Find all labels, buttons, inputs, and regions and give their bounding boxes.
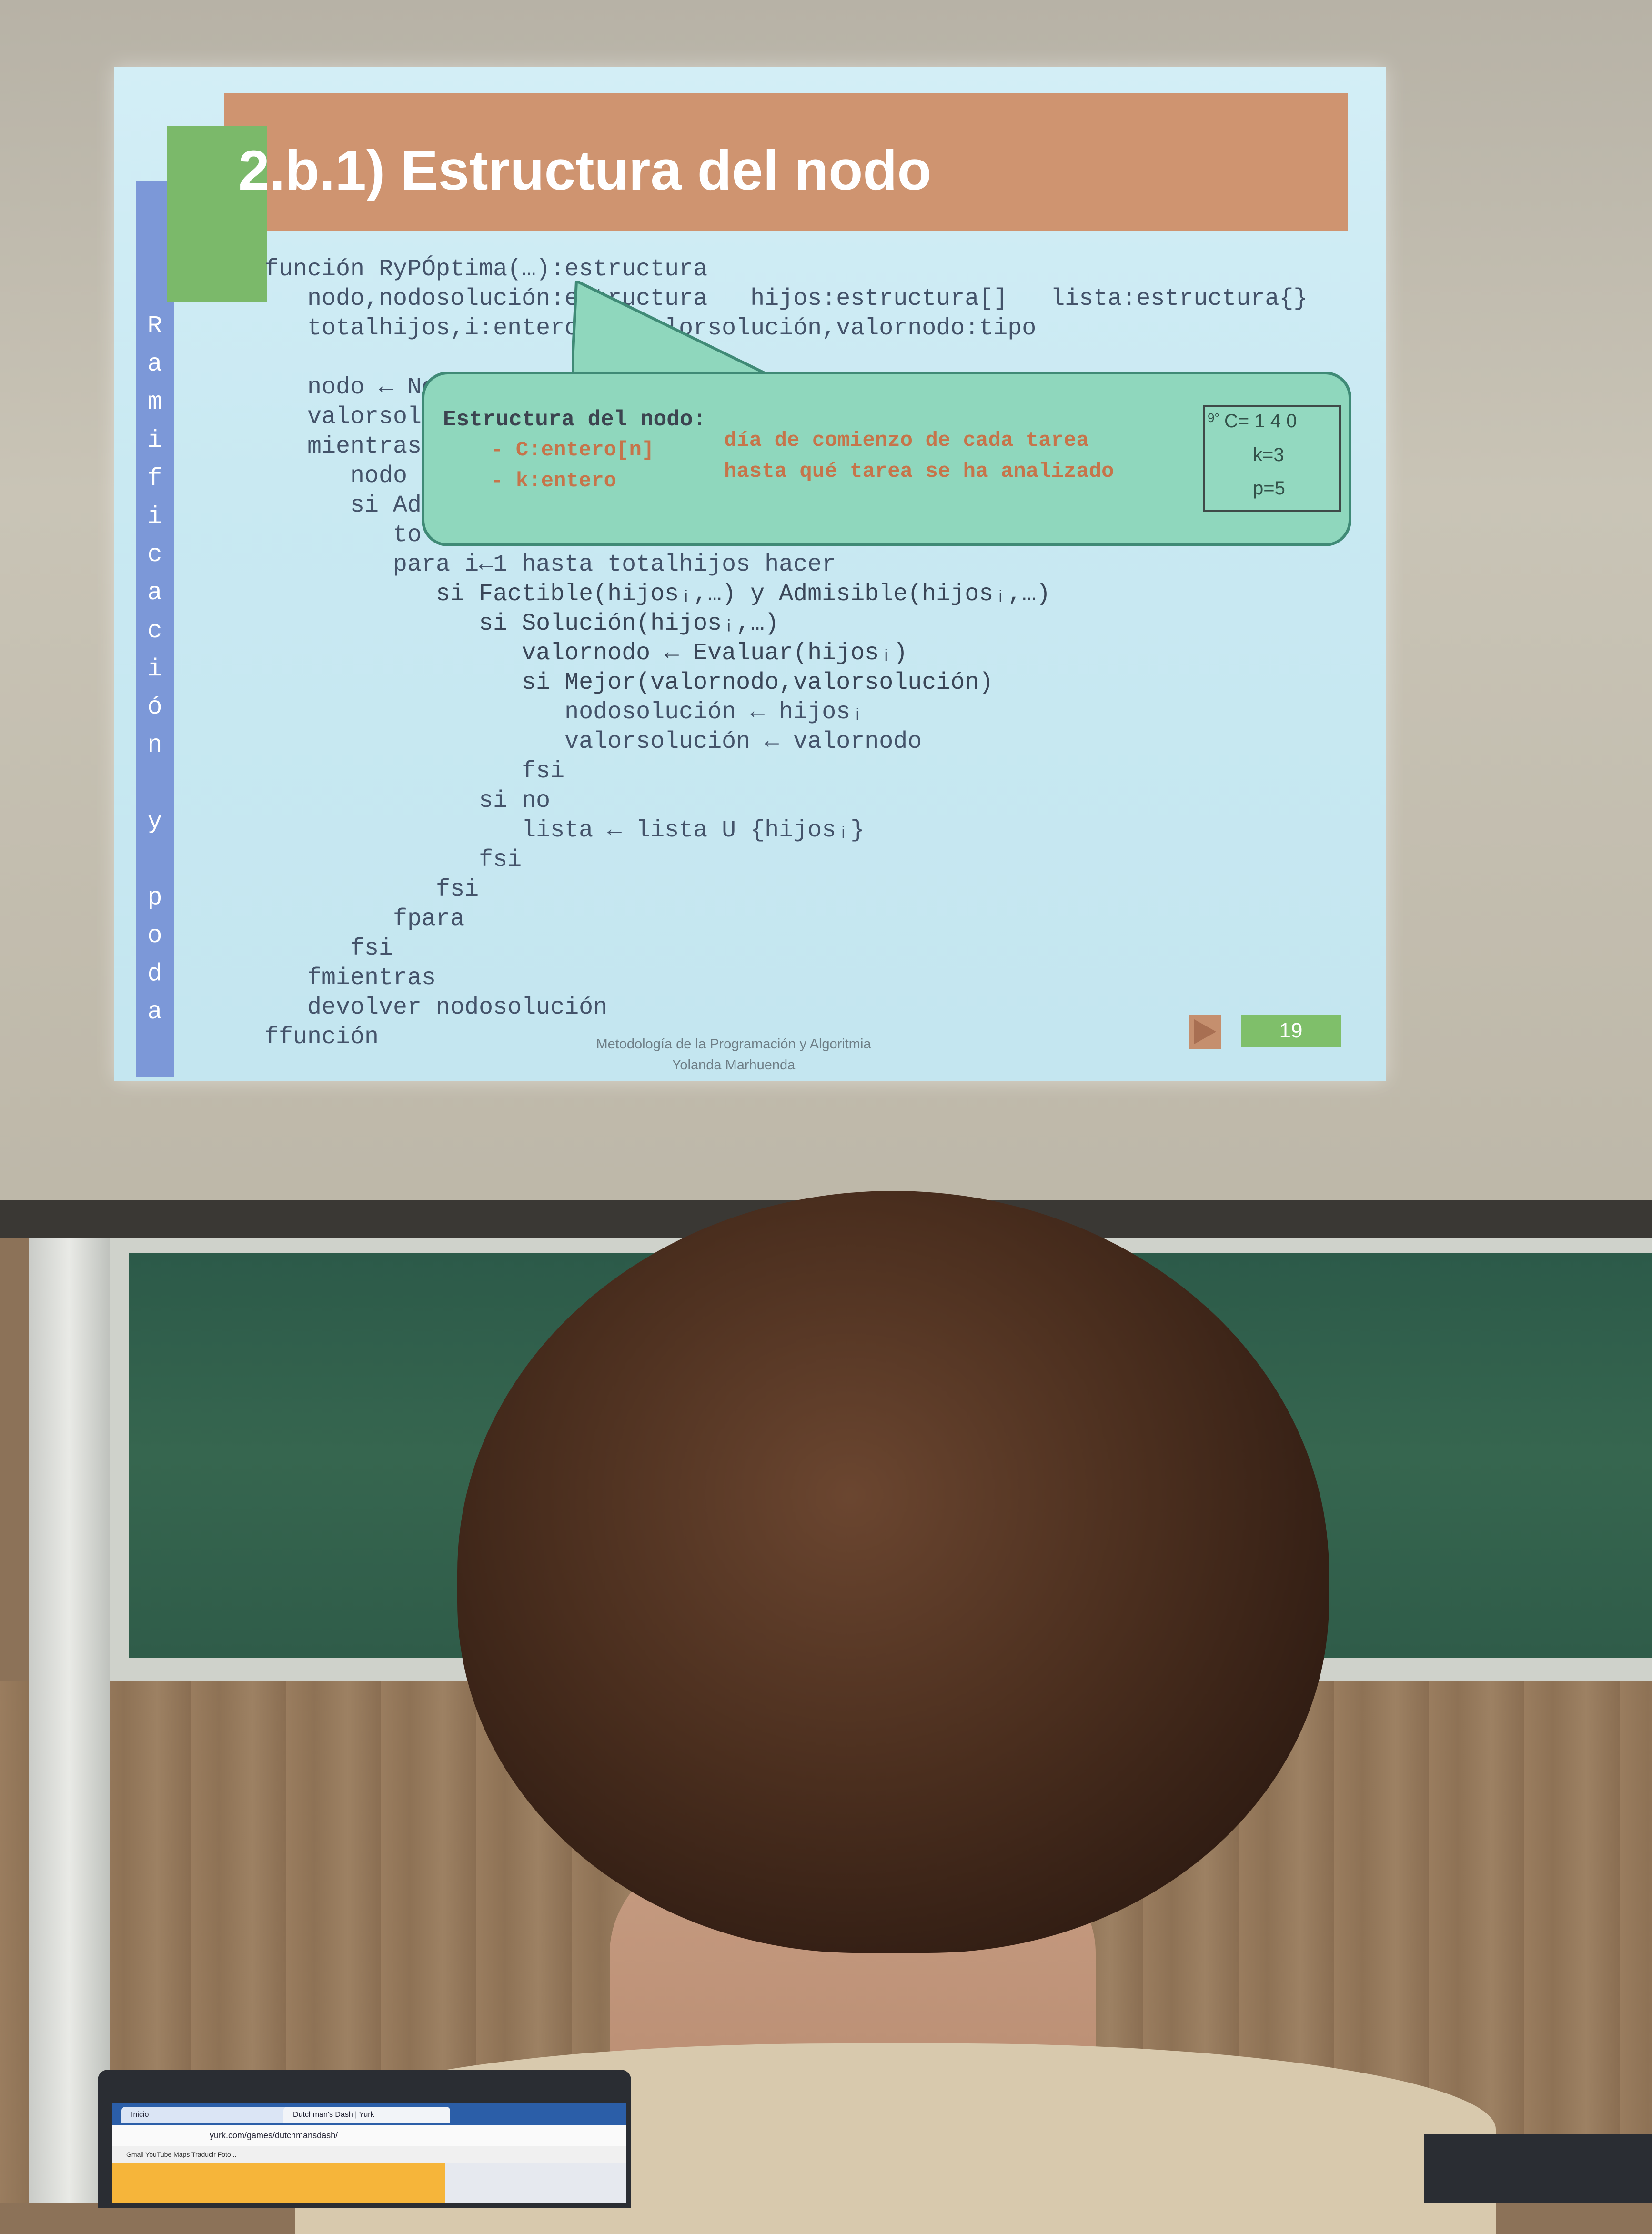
code-line: función RyPÓptima(…):estructura — [264, 256, 708, 283]
code-line: nodosolución ← hijosᵢ — [264, 699, 865, 726]
code-line: si no — [264, 787, 551, 815]
callout-title: Estructura del nodo: — [443, 407, 706, 432]
code-line: valornodo ← Evaluar(hijosᵢ) — [264, 640, 908, 667]
slide-footer: Metodología de la Programación y Algorit… — [591, 1034, 876, 1076]
code-line: fsi — [264, 846, 522, 874]
code-line: devolver nodosolución — [264, 994, 608, 1021]
side-letter: y — [147, 807, 162, 835]
code-line: lista ← lista U {hijosᵢ} — [264, 817, 865, 844]
side-letter: a — [147, 998, 162, 1026]
code-line: si Mejor(valornodo,valorsolución) — [264, 669, 994, 696]
side-letter: d — [147, 960, 162, 988]
example-c-prefix: 9° — [1208, 411, 1219, 425]
side-letter: m — [147, 388, 162, 416]
next-slide-arrow-icon — [1189, 1015, 1221, 1049]
code-line: fpara — [264, 906, 465, 933]
side-letter: i — [147, 426, 162, 454]
side-letter — [147, 767, 162, 800]
code-line: fsi — [264, 876, 479, 903]
example-k-line: k=3 — [1253, 444, 1284, 465]
slide-title: 2.b.1) Estructura del nodo — [238, 139, 932, 202]
side-letter — [147, 843, 162, 876]
code-line: valorsolución ← valornodo — [264, 728, 922, 755]
example-c-line: C= 1 4 0 — [1224, 411, 1297, 432]
code-line: fsi — [264, 935, 393, 962]
code-line: para i←1 hasta totalhijos hacer — [264, 551, 836, 578]
side-letter: i — [147, 503, 162, 531]
code-line: si Factible(hijosᵢ,…) y Admisible(hijosᵢ… — [264, 581, 1051, 608]
side-letter: R — [147, 312, 162, 340]
callout-desc-c: día de comienzo de cada tarea — [724, 429, 1089, 453]
browser-address-bar[interactable] — [112, 2125, 626, 2146]
side-letter: n — [147, 731, 162, 759]
page-number: 19 — [1241, 1015, 1341, 1047]
footer-author: Yolanda Marhuenda — [672, 1057, 796, 1073]
callout-field-c: - C:entero[n] — [491, 438, 655, 462]
code-line: fsi — [264, 758, 565, 785]
callout-field-k: - k:entero — [491, 469, 617, 493]
side-letter: a — [147, 579, 162, 607]
callout-tail — [572, 281, 782, 381]
browser-url[interactable]: yurk.com/games/dutchmansdash/ — [210, 2128, 338, 2143]
left-pillar — [29, 1238, 110, 2203]
code-line: si Solución(hijosᵢ,…) — [264, 610, 779, 637]
side-letter: a — [147, 350, 162, 378]
callout-desc-k: hasta qué tarea se ha analizado — [724, 460, 1114, 483]
code-line: fmientras — [264, 965, 436, 992]
browser-tab-1[interactable]: Inicio — [121, 2107, 293, 2123]
browser-bookmarks-bar: Gmail YouTube Maps Traducir Foto... — [112, 2146, 626, 2163]
side-letter: i — [147, 655, 162, 683]
example-p-line: p=5 — [1253, 478, 1285, 499]
side-letter: c — [147, 541, 162, 569]
side-letter: f — [147, 464, 162, 493]
side-letter: ó — [147, 693, 162, 721]
side-letter: c — [147, 617, 162, 645]
browser-tab-2[interactable]: Dutchman's Dash | Yurk — [283, 2107, 450, 2123]
desk-object — [1424, 2134, 1652, 2203]
side-vertical-text: Ramificación y poda — [136, 310, 174, 1029]
game-canvas[interactable] — [112, 2163, 445, 2203]
person-head-hair — [457, 1191, 1329, 1953]
side-letter: p — [147, 884, 162, 912]
side-letter: o — [147, 922, 162, 950]
footer-course: Metodología de la Programación y Algorit… — [596, 1036, 871, 1052]
